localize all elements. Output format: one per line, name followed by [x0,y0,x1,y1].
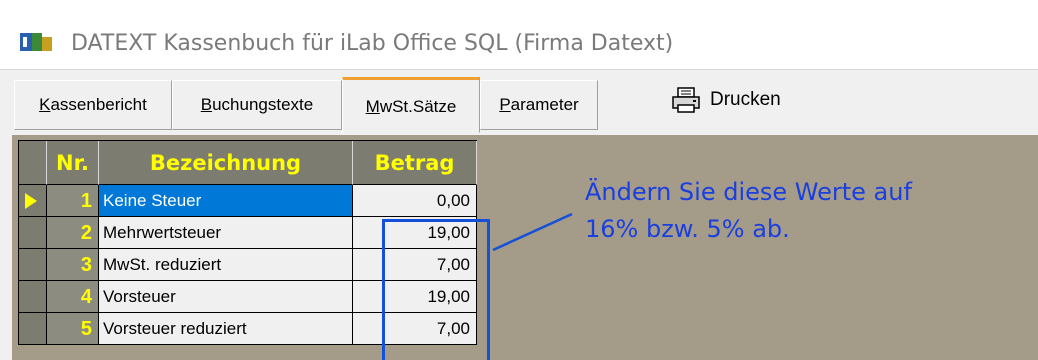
annotation-line-1: Ändern Sie diese Werte auf [585,178,912,206]
annotation-line-2: 16% bzw. 5% ab. [585,215,790,243]
annotation-callout: Ändern Sie diese Werte auf 16% bzw. 5% a… [585,174,1005,248]
